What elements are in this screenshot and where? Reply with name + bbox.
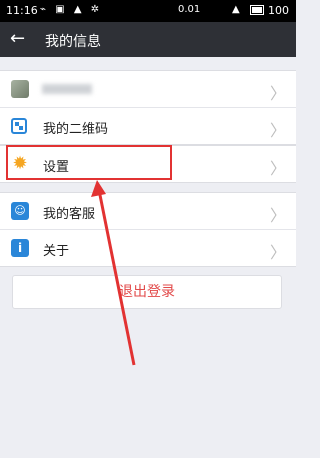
annotation-arrow-head	[91, 180, 106, 197]
annotation-arrow	[91, 180, 136, 366]
annotation-arrow-line	[97, 189, 136, 366]
